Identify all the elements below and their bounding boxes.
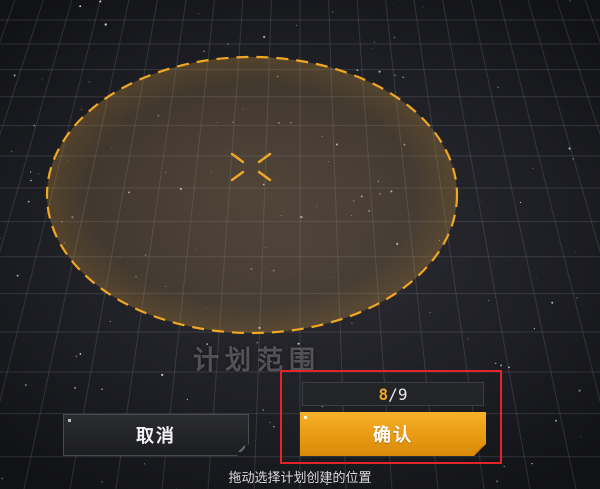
highlight-annotation-box [280, 370, 502, 464]
hint-text: 拖动选择计划创建的位置 [228, 471, 372, 486]
cancel-button[interactable]: 取消 [63, 414, 249, 456]
plan-range-circle[interactable] [45, 55, 459, 335]
cancel-button-label: 取消 [136, 426, 176, 447]
button-corner-dot-icon [68, 419, 71, 422]
